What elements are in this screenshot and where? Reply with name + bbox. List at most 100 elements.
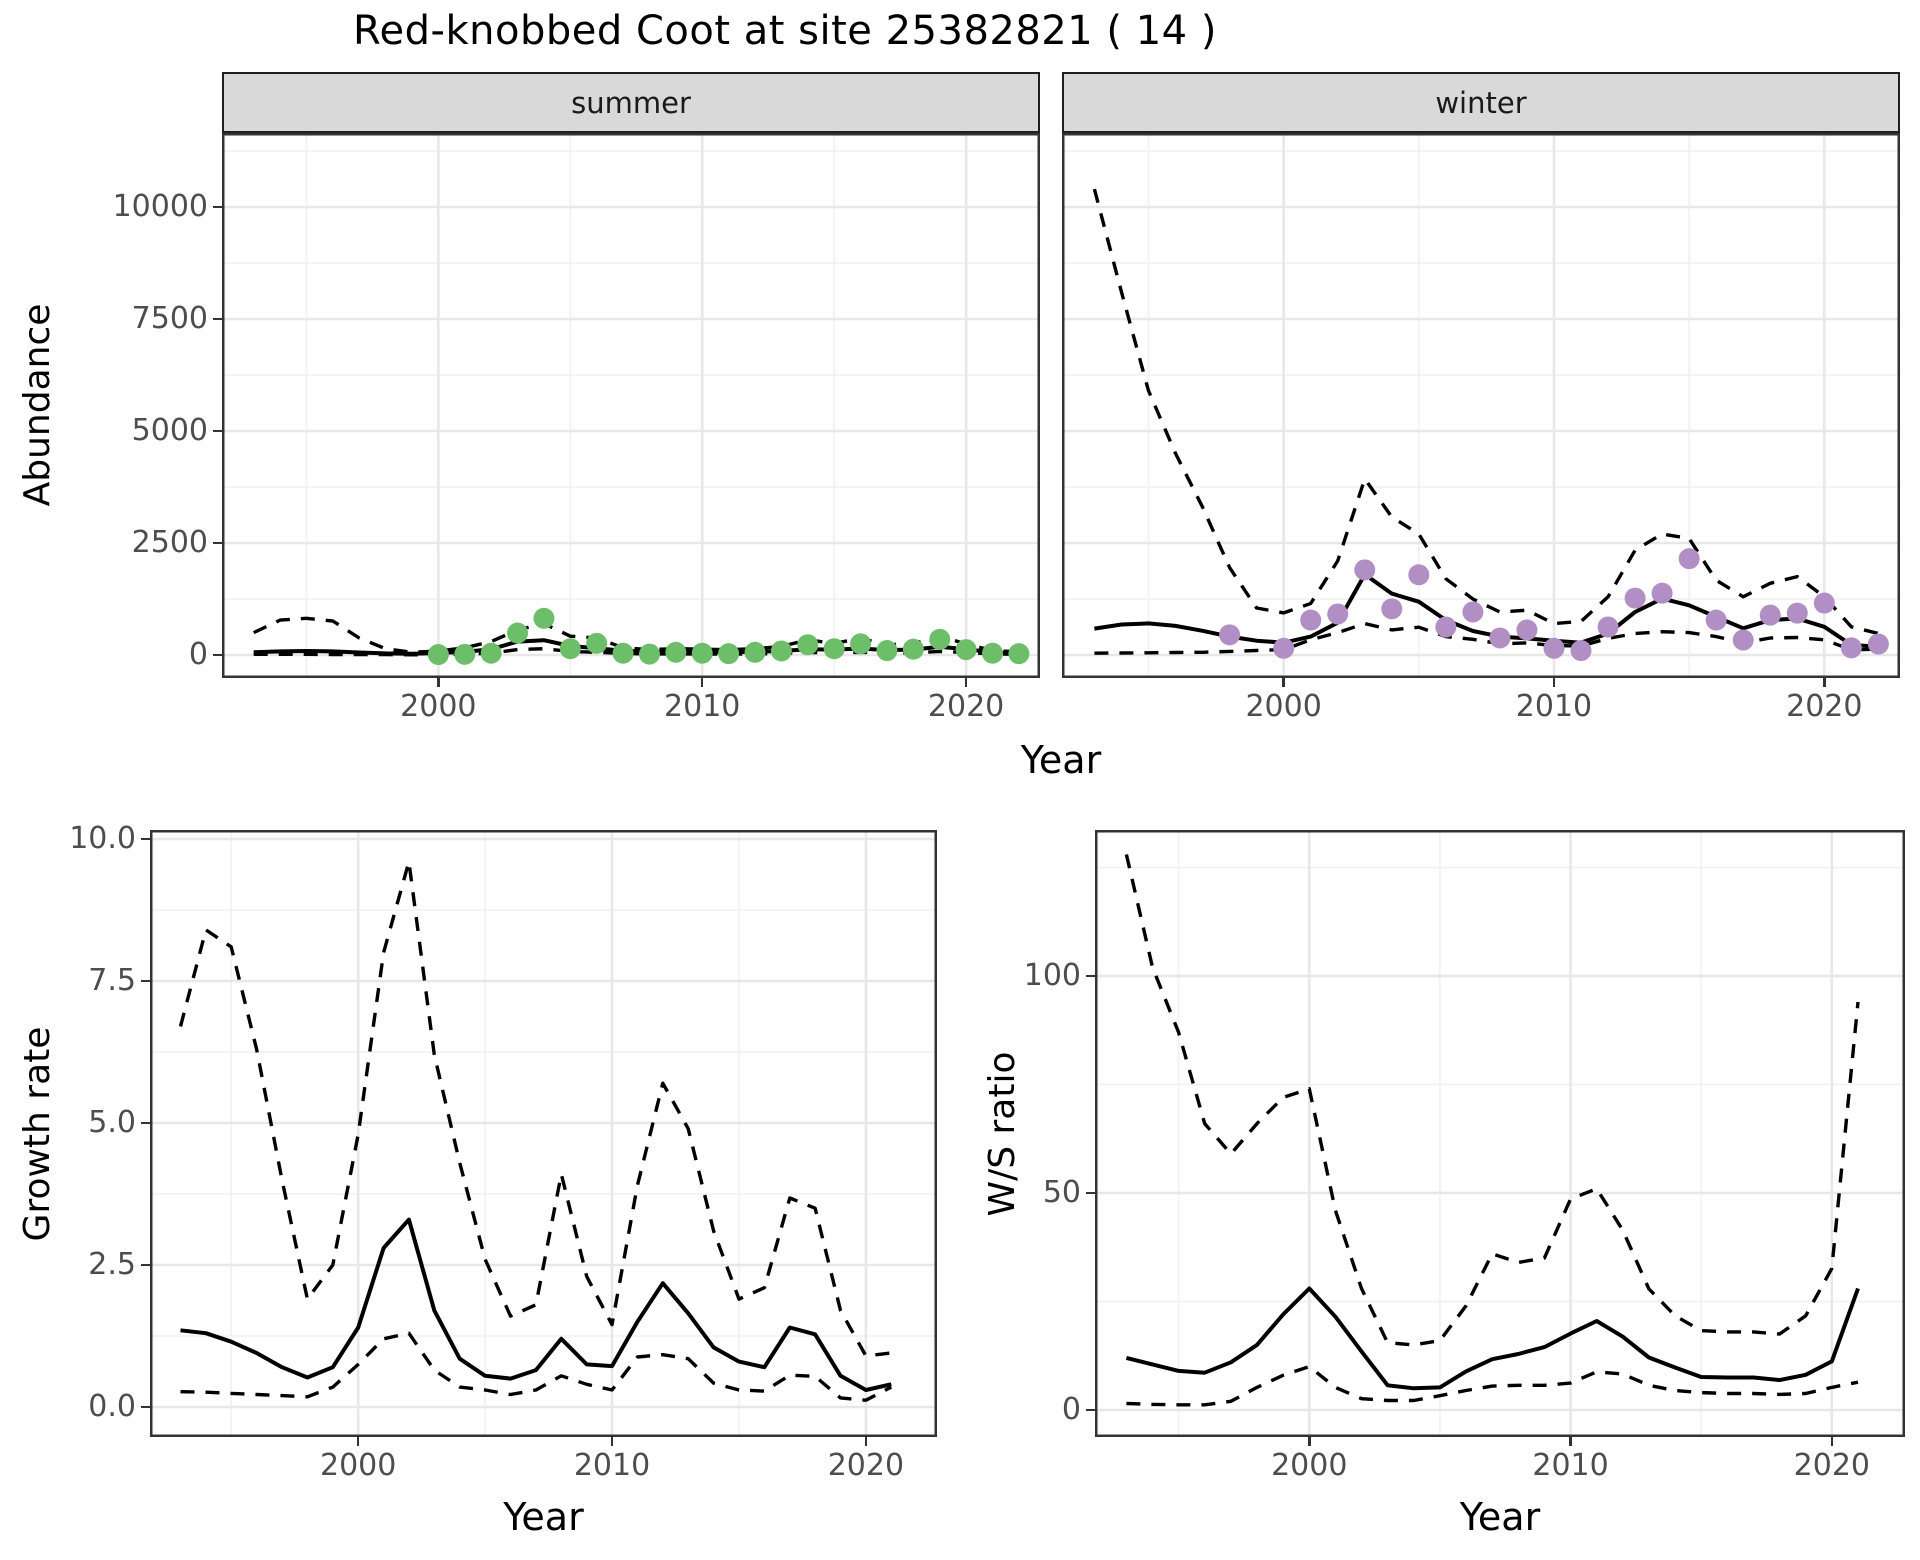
observation-dot (1435, 617, 1456, 638)
x-tick-mark (701, 678, 704, 687)
abundance-summer-panel (222, 133, 1040, 678)
panel-border (151, 831, 936, 1436)
x-tick-label: 2010 (532, 1451, 692, 1481)
observation-dot (639, 644, 660, 665)
upper_ci-line (1094, 189, 1878, 633)
facet-strip-winter: winter (1062, 72, 1900, 133)
observation-dot (1571, 640, 1592, 661)
x-tick-mark (1308, 1437, 1311, 1446)
facet-strip-summer: summer (222, 72, 1040, 133)
facet-strip-winter-label: winter (1435, 86, 1526, 120)
observation-dot (929, 629, 950, 650)
observation-dot (560, 638, 581, 659)
observation-dot (745, 642, 766, 663)
observation-dot (982, 643, 1003, 664)
x-tick-mark (865, 1437, 868, 1446)
top-year-axis-title: Year (222, 738, 1900, 782)
observation-dot (876, 640, 897, 661)
y-tick-label: 100 (901, 961, 1081, 991)
x-tick-mark (1831, 1437, 1834, 1446)
observation-dot (1008, 643, 1029, 664)
observation-dot (692, 643, 713, 664)
x-tick-label: 2020 (1752, 1451, 1912, 1481)
observation-dot (850, 633, 871, 654)
x-tick-label: 2000 (358, 692, 518, 722)
x-tick-label: 2000 (1204, 692, 1364, 722)
y-tick-mark (213, 430, 222, 433)
observation-dot (1868, 634, 1889, 655)
abundance-axis-title: Abundance (17, 255, 59, 555)
observation-dot (1516, 619, 1537, 640)
x-tick-label: 2010 (1491, 1451, 1651, 1481)
x-tick-mark (611, 1437, 614, 1446)
y-tick-mark (141, 1406, 150, 1409)
y-tick-mark (213, 206, 222, 209)
observation-dot (1408, 564, 1429, 585)
y-tick-mark (213, 542, 222, 545)
ws-ratio-axis-title: W/S ratio (982, 984, 1024, 1284)
lower_ci-line (181, 1333, 892, 1400)
x-tick-mark (1569, 1437, 1572, 1446)
median-line (181, 1220, 892, 1390)
observation-dot (1327, 604, 1348, 625)
observation-dot (1679, 548, 1700, 569)
growth-year-axis-title: Year (150, 1495, 937, 1539)
y-tick-label: 2500 (28, 528, 208, 558)
observation-dot (718, 643, 739, 664)
growth-rate-panel (150, 830, 937, 1437)
y-tick-label: 0 (28, 640, 208, 670)
observation-dot (665, 642, 686, 663)
panel-border (1063, 134, 1899, 677)
y-tick-label: 10000 (28, 192, 208, 222)
x-tick-label: 2020 (786, 1451, 946, 1481)
y-tick-label: 50 (901, 1178, 1081, 1208)
x-tick-mark (965, 678, 968, 687)
observation-dot (613, 643, 634, 664)
observation-dot (454, 644, 475, 665)
abundance-winter-panel (1062, 133, 1900, 678)
x-tick-mark (1282, 678, 1285, 687)
y-tick-label: 2.5 (0, 1250, 136, 1280)
x-tick-label: 2000 (278, 1451, 438, 1481)
ws-ratio-panel (1095, 830, 1905, 1437)
x-tick-label: 2010 (1474, 692, 1634, 722)
observation-dot (1273, 638, 1294, 659)
y-tick-mark (1086, 1192, 1095, 1195)
x-tick-label: 2010 (622, 692, 782, 722)
x-tick-mark (437, 678, 440, 687)
observation-dot (771, 640, 792, 661)
y-tick-mark (1086, 1409, 1095, 1412)
observation-dot (1625, 588, 1646, 609)
y-tick-label: 10.0 (0, 824, 136, 854)
observation-dot (1381, 598, 1402, 619)
figure-canvas: Red-knobbed Coot at site 25382821 ( 14 )… (0, 0, 1920, 1560)
observation-dot (533, 608, 554, 629)
observation-dot (1760, 605, 1781, 626)
observation-dot (1598, 617, 1619, 638)
observation-dot (481, 643, 502, 664)
observation-dot (507, 623, 528, 644)
lower_ci-line (1094, 624, 1878, 654)
ws-year-axis-title: Year (1095, 1495, 1905, 1539)
observation-dot (428, 644, 449, 665)
observation-dot (1652, 583, 1673, 604)
observation-dot (903, 639, 924, 660)
observation-dot (797, 634, 818, 655)
x-tick-label: 2020 (1744, 692, 1904, 722)
y-tick-label: 0 (901, 1395, 1081, 1425)
y-tick-mark (141, 980, 150, 983)
observation-dot (1354, 559, 1375, 580)
observation-dot (1733, 629, 1754, 650)
y-tick-mark (1086, 975, 1095, 978)
page-title: Red-knobbed Coot at site 25382821 ( 14 ) (0, 8, 1570, 54)
y-tick-label: 5000 (28, 416, 208, 446)
y-tick-mark (141, 838, 150, 841)
y-tick-mark (141, 1264, 150, 1267)
observation-dot (1489, 627, 1510, 648)
y-tick-label: 0.0 (0, 1392, 136, 1422)
facet-strip-summer-label: summer (571, 86, 691, 120)
y-tick-label: 7.5 (0, 966, 136, 996)
y-tick-label: 5.0 (0, 1108, 136, 1138)
observation-dot (1300, 610, 1321, 631)
y-tick-mark (141, 1122, 150, 1125)
